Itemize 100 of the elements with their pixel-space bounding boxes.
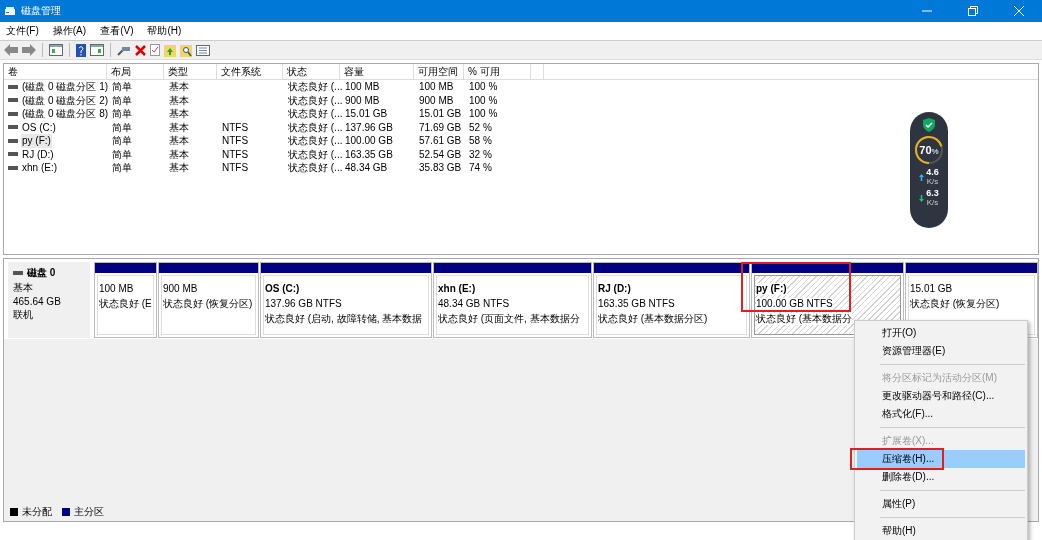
delete-icon[interactable] <box>135 44 146 56</box>
column-header[interactable]: 可用空间 <box>414 64 464 79</box>
table-cell: 基本 <box>168 93 190 107</box>
column-header[interactable]: 卷 <box>4 64 107 79</box>
checklist-icon[interactable] <box>150 44 160 56</box>
upload-speed: 4.6 <box>926 168 939 177</box>
partition-size: 15.01 GB <box>910 283 954 295</box>
column-header[interactable]: 容量 <box>340 64 414 79</box>
context-menu-item[interactable]: 属性(P) <box>857 495 1025 513</box>
partition-name: OS (C:) <box>265 283 301 295</box>
speed-unit: K/s <box>926 177 939 186</box>
context-menu-item[interactable]: 更改驱动器号和路径(C)... <box>857 387 1025 405</box>
context-menu-item[interactable]: 压缩卷(H)... <box>857 450 1025 468</box>
table-cell: NTFS <box>221 161 250 175</box>
legend-label: 主分区 <box>74 505 104 519</box>
properties-icon[interactable] <box>196 44 210 56</box>
table-cell: 状态良好 (... <box>287 107 344 121</box>
table-cell: 简单 <box>111 80 133 94</box>
table-cell: 100 MB <box>344 80 381 94</box>
table-cell: NTFS <box>221 147 250 161</box>
partition-status: 状态良好 (E <box>99 298 152 310</box>
context-menu-item[interactable]: 帮助(H) <box>857 522 1025 540</box>
partition-block[interactable]: RJ (D:) 163.35 GB NTFS 状态良好 (基本数据分区) <box>593 262 750 338</box>
disk-type: 基本 <box>13 281 34 295</box>
table-cell: NTFS <box>221 120 250 134</box>
column-header[interactable]: % 可用 <box>464 64 531 79</box>
table-cell: NTFS <box>221 134 250 148</box>
column-header[interactable]: 状态 <box>283 64 340 79</box>
percent-value: 70 <box>919 144 932 156</box>
partition-size: 100.00 GB NTFS <box>756 298 833 310</box>
table-cell: OS (C:) <box>21 120 57 134</box>
restore-icon[interactable] <box>968 6 978 16</box>
partition-header-bar <box>95 263 156 273</box>
table-cell: 简单 <box>111 134 133 148</box>
back-icon[interactable] <box>4 44 18 56</box>
console-tree-icon[interactable] <box>49 44 63 56</box>
action-pane-icon[interactable] <box>90 44 104 56</box>
menu-item[interactable]: 文件(F) <box>6 24 39 38</box>
table-cell: 57.61 GB <box>418 134 463 148</box>
table-cell: 58 % <box>468 134 493 148</box>
table-cell: 基本 <box>168 107 190 121</box>
folder-up-icon[interactable] <box>164 43 176 57</box>
partition-name: py (F:) <box>756 283 787 295</box>
connect-icon[interactable] <box>117 44 131 56</box>
partition-status: 状态良好 (基本数据分区) <box>598 313 709 325</box>
table-cell: 163.35 GB <box>344 147 394 161</box>
partition-block[interactable]: 100 MB 状态良好 (E <box>94 262 157 338</box>
table-cell: 71.69 GB <box>418 120 463 134</box>
disk-label-panel[interactable]: 磁盘 0 基本 465.64 GB 联机 <box>8 262 90 338</box>
table-cell: 基本 <box>168 161 190 175</box>
partition-size: 900 MB <box>163 283 199 295</box>
table-cell: (磁盘 0 磁盘分区 2) <box>21 93 110 107</box>
partition-status: 状态良好 (启动, 故障转储, 基本数据 <box>265 313 424 325</box>
table-cell: 100 % <box>468 80 499 94</box>
table-cell: 100 % <box>468 93 499 107</box>
column-header[interactable]: 类型 <box>164 64 217 79</box>
partition-block[interactable]: OS (C:) 137.96 GB NTFS 状态良好 (启动, 故障转储, 基本数据 <box>260 262 432 338</box>
table-cell: py (F:) <box>21 134 52 148</box>
table-cell: 100 % <box>468 107 499 121</box>
partition-name: xhn (E:) <box>438 283 477 295</box>
table-cell: 基本 <box>168 80 190 94</box>
partition-size: 48.34 GB NTFS <box>438 298 511 310</box>
partition-size: 163.35 GB NTFS <box>598 298 676 310</box>
table-cell: 基本 <box>168 134 190 148</box>
context-menu-item[interactable]: 格式化(F)... <box>857 405 1025 423</box>
partition-block[interactable]: xhn (E:) 48.34 GB NTFS 状态良好 (页面文件, 基本数据分 <box>433 262 592 338</box>
menu-item[interactable]: 操作(A) <box>52 24 87 38</box>
context-menu-item[interactable]: 删除卷(D)... <box>857 468 1025 486</box>
table-cell: (磁盘 0 磁盘分区 1) <box>21 80 110 94</box>
folder-search-icon[interactable] <box>180 43 192 57</box>
disk-size: 465.64 GB <box>13 296 62 307</box>
disk-name: 磁盘 0 <box>27 266 56 280</box>
table-cell: 状态良好 (... <box>287 147 344 161</box>
table-cell: 137.96 GB <box>344 120 394 134</box>
context-menu-item[interactable]: 资源管理器(E) <box>857 342 1025 360</box>
column-header[interactable]: 文件系统 <box>217 64 283 79</box>
help-icon[interactable] <box>76 43 86 57</box>
forward-icon[interactable] <box>22 44 36 56</box>
legend-label: 未分配 <box>22 505 52 519</box>
table-cell: 状态良好 (... <box>287 134 344 148</box>
table-cell: 简单 <box>111 93 133 107</box>
menu-item[interactable]: 查看(V) <box>100 24 134 38</box>
partition-size: 100 MB <box>99 283 135 295</box>
table-cell: 15.01 GB <box>344 107 389 121</box>
partition-status: 状态良好 (页面文件, 基本数据分 <box>438 313 581 325</box>
table-cell: 100.00 GB <box>344 134 394 148</box>
partition-block[interactable]: 900 MB 状态良好 (恢复分区) <box>158 262 259 338</box>
table-cell: 状态良好 (... <box>287 161 344 175</box>
table-cell: 简单 <box>111 147 133 161</box>
column-header[interactable]: 布局 <box>107 64 164 79</box>
table-cell: 74 % <box>468 161 493 175</box>
table-cell: 状态良好 (... <box>287 93 344 107</box>
partition-status: 状态良好 (恢复分区) <box>910 298 1001 310</box>
download-arrow-icon <box>919 194 925 202</box>
speed-unit: K/s <box>926 198 939 207</box>
close-icon[interactable] <box>1014 6 1024 16</box>
table-cell: 32 % <box>468 147 493 161</box>
table-cell: RJ (D:) <box>21 147 55 161</box>
menu-item[interactable]: 帮助(H) <box>147 24 182 38</box>
table-cell: (磁盘 0 磁盘分区 8) <box>21 107 110 121</box>
